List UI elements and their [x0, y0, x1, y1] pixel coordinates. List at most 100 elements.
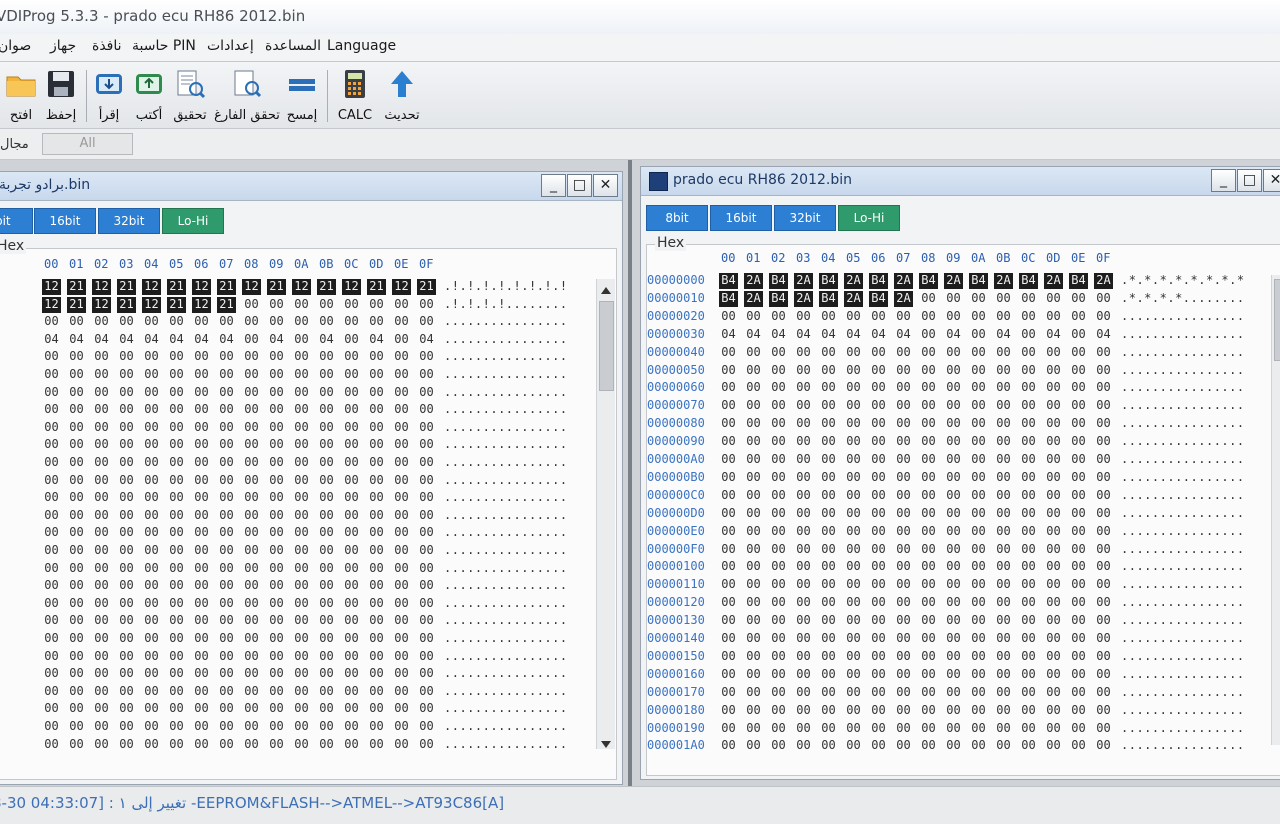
- hex-byte[interactable]: 00: [217, 596, 236, 612]
- hex-byte[interactable]: 00: [92, 737, 111, 753]
- hex-byte[interactable]: 00: [342, 631, 361, 647]
- ascii-column[interactable]: ................: [1121, 524, 1245, 538]
- hex-byte[interactable]: B4: [969, 273, 988, 289]
- hex-byte[interactable]: 00: [42, 684, 61, 700]
- hex-byte[interactable]: 00: [1094, 416, 1113, 432]
- hex-byte[interactable]: 00: [292, 473, 311, 489]
- hex-byte[interactable]: 00: [117, 455, 136, 471]
- hex-byte[interactable]: 00: [167, 737, 186, 753]
- hex-byte[interactable]: 00: [994, 488, 1013, 504]
- hex-byte[interactable]: 00: [969, 488, 988, 504]
- hex-byte[interactable]: 00: [894, 613, 913, 629]
- hex-byte[interactable]: 00: [167, 385, 186, 401]
- hex-byte[interactable]: 00: [1044, 703, 1063, 719]
- hex-byte[interactable]: 00: [267, 701, 286, 717]
- hex-byte[interactable]: 00: [292, 332, 311, 348]
- hex-byte[interactable]: 12: [242, 279, 261, 295]
- hex-byte[interactable]: 00: [317, 543, 336, 559]
- hex-byte[interactable]: 00: [242, 402, 261, 418]
- hex-byte[interactable]: 00: [417, 385, 436, 401]
- open-button[interactable]: افتح: [4, 68, 38, 123]
- hex-byte[interactable]: 00: [769, 524, 788, 540]
- hex-byte[interactable]: 00: [117, 578, 136, 594]
- hex-byte[interactable]: 00: [744, 595, 763, 611]
- hex-byte[interactable]: 00: [67, 420, 86, 436]
- hex-byte[interactable]: 00: [869, 703, 888, 719]
- hex-byte[interactable]: 00: [317, 525, 336, 541]
- hex-byte[interactable]: 00: [242, 349, 261, 365]
- hex-byte[interactable]: 00: [1094, 488, 1113, 504]
- hex-byte[interactable]: 00: [894, 631, 913, 647]
- hex-byte[interactable]: 00: [869, 434, 888, 450]
- hex-byte[interactable]: 00: [242, 490, 261, 506]
- ascii-column[interactable]: ................: [1121, 309, 1245, 323]
- hex-byte[interactable]: 00: [969, 452, 988, 468]
- hex-byte[interactable]: 00: [719, 631, 738, 647]
- hex-byte[interactable]: 2A: [844, 290, 863, 307]
- hex-byte[interactable]: 00: [794, 524, 813, 540]
- hex-byte[interactable]: B4: [869, 273, 888, 289]
- hex-byte[interactable]: 00: [969, 434, 988, 450]
- hex-byte[interactable]: 00: [92, 473, 111, 489]
- ascii-column[interactable]: ................: [444, 332, 568, 346]
- ascii-column[interactable]: ................: [1121, 667, 1245, 681]
- hex-byte[interactable]: 00: [117, 490, 136, 506]
- hex-byte[interactable]: 00: [192, 596, 211, 612]
- close-button[interactable]: ✕: [593, 174, 618, 197]
- hex-byte[interactable]: 00: [744, 649, 763, 665]
- hex-byte[interactable]: 00: [1044, 291, 1063, 307]
- hex-byte[interactable]: 00: [1094, 398, 1113, 414]
- hex-byte[interactable]: 00: [769, 577, 788, 593]
- hex-byte[interactable]: 00: [367, 367, 386, 383]
- vertical-scrollbar[interactable]: [1271, 275, 1280, 745]
- hex-byte[interactable]: 00: [392, 525, 411, 541]
- hex-byte[interactable]: 00: [292, 525, 311, 541]
- hex-byte[interactable]: 00: [844, 416, 863, 432]
- hex-byte[interactable]: 00: [969, 595, 988, 611]
- hex-byte[interactable]: 00: [92, 420, 111, 436]
- ascii-column[interactable]: ................: [1121, 506, 1245, 520]
- ascii-column[interactable]: ................: [1121, 631, 1245, 645]
- hex-byte[interactable]: 00: [744, 721, 763, 737]
- hex-byte[interactable]: 00: [819, 363, 838, 379]
- hex-byte[interactable]: 00: [167, 613, 186, 629]
- hex-byte[interactable]: 00: [719, 685, 738, 701]
- hex-byte[interactable]: 00: [267, 402, 286, 418]
- hex-byte[interactable]: 12: [42, 279, 61, 295]
- hex-byte[interactable]: 00: [944, 488, 963, 504]
- hex-byte[interactable]: 00: [42, 473, 61, 489]
- hex-byte[interactable]: 00: [719, 721, 738, 737]
- hex-byte[interactable]: 00: [117, 314, 136, 330]
- hex-byte[interactable]: 00: [819, 434, 838, 450]
- hex-byte[interactable]: 00: [342, 420, 361, 436]
- hex-byte[interactable]: 00: [92, 508, 111, 524]
- hex-byte[interactable]: 00: [392, 314, 411, 330]
- hex-byte[interactable]: 00: [994, 703, 1013, 719]
- hex-byte[interactable]: 00: [1019, 703, 1038, 719]
- hex-byte[interactable]: 00: [367, 684, 386, 700]
- hex-byte[interactable]: 00: [869, 470, 888, 486]
- hex-byte[interactable]: 00: [969, 363, 988, 379]
- hex-byte[interactable]: 00: [117, 596, 136, 612]
- hex-byte[interactable]: 00: [267, 649, 286, 665]
- hex-byte[interactable]: 00: [819, 488, 838, 504]
- hex-byte[interactable]: 00: [1069, 631, 1088, 647]
- 8bit-button[interactable]: 8bit: [0, 208, 33, 234]
- hex-byte[interactable]: 00: [242, 631, 261, 647]
- hex-byte[interactable]: 00: [744, 613, 763, 629]
- hex-byte[interactable]: 00: [1044, 506, 1063, 522]
- hex-byte[interactable]: 00: [919, 488, 938, 504]
- hex-byte[interactable]: 04: [367, 332, 386, 348]
- hex-byte[interactable]: 00: [342, 561, 361, 577]
- hex-byte[interactable]: 00: [994, 595, 1013, 611]
- hex-byte[interactable]: 00: [969, 685, 988, 701]
- hex-byte[interactable]: 00: [117, 701, 136, 717]
- hex-byte[interactable]: 00: [744, 524, 763, 540]
- hex-byte[interactable]: 04: [719, 327, 738, 343]
- ascii-column[interactable]: ................: [1121, 703, 1245, 717]
- hex-byte[interactable]: 00: [42, 455, 61, 471]
- hex-byte[interactable]: 00: [1094, 524, 1113, 540]
- hex-byte[interactable]: 00: [1069, 703, 1088, 719]
- hex-byte[interactable]: 00: [417, 631, 436, 647]
- hex-byte[interactable]: 00: [317, 385, 336, 401]
